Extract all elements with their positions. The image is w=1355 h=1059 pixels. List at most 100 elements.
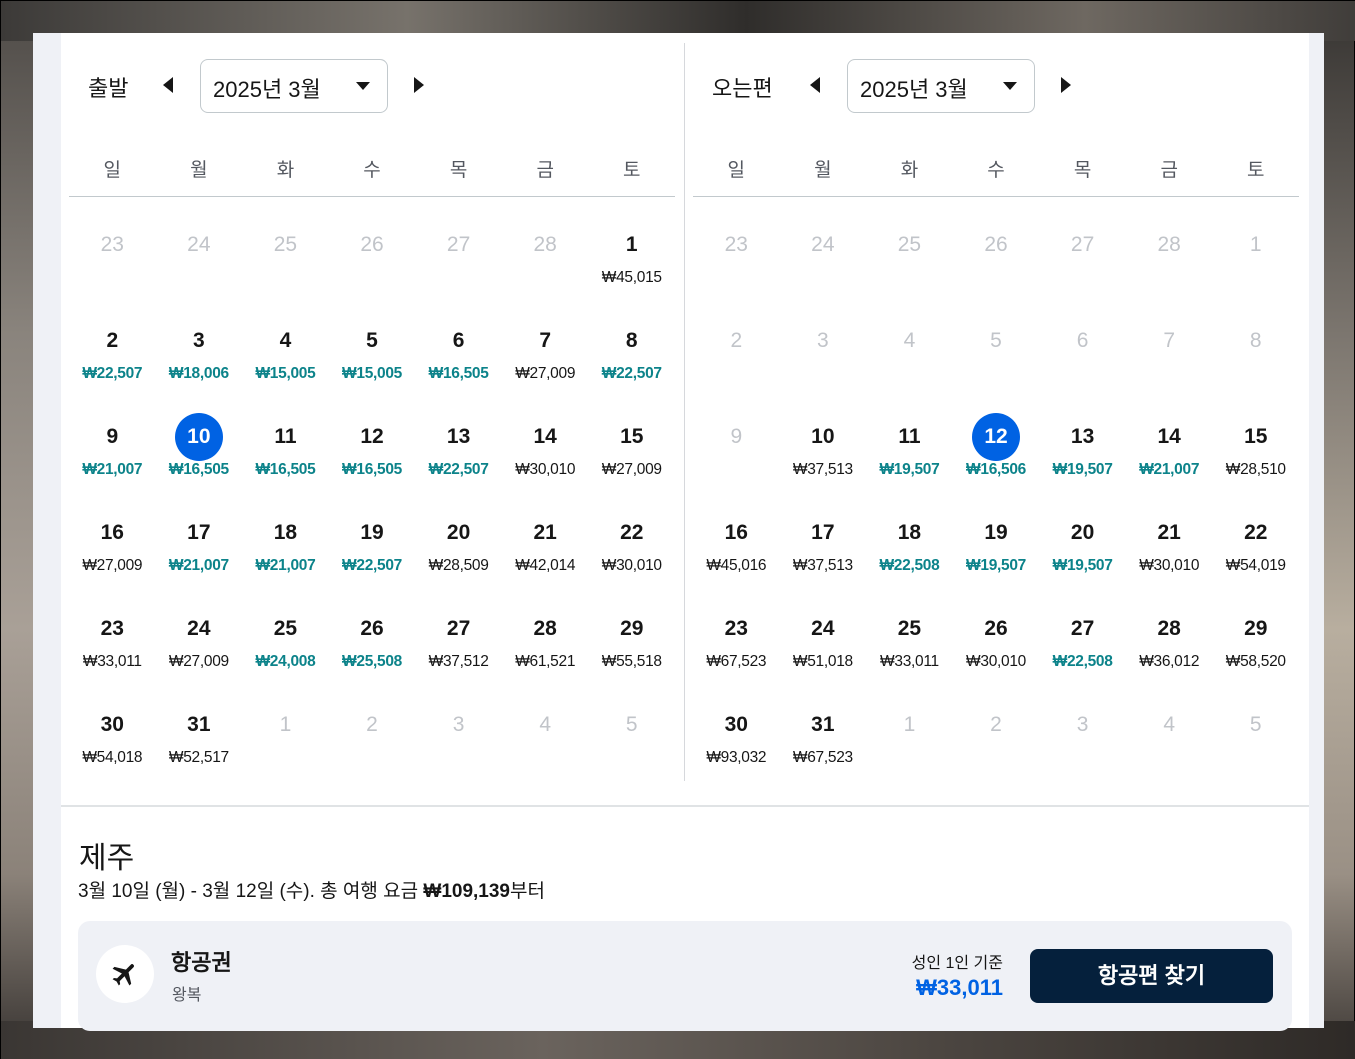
day-cell[interactable]: 21 ₩30,010 [1126, 501, 1213, 597]
day-cell[interactable]: 4 ₩15,005 [242, 309, 329, 405]
chevron-down-icon [356, 82, 370, 90]
selected-day-cell[interactable]: 10 ₩16,505 [156, 405, 243, 501]
day-cell[interactable]: 25 ₩24,008 [242, 597, 329, 693]
day-price: ₩19,507 [966, 557, 1026, 574]
day-number: 19 [984, 521, 1008, 544]
trip-summary: 3월 10일 (월) - 3월 12일 (수). 총 여행 요금 ₩109,13… [78, 876, 545, 903]
day-number: 22 [620, 521, 644, 544]
day-cell[interactable]: 18 ₩21,007 [242, 501, 329, 597]
day-number: 11 [274, 425, 297, 448]
day-price: ₩36,012 [1139, 653, 1200, 670]
selected-day-cell[interactable]: 12 ₩16,506 [953, 405, 1040, 501]
day-cell[interactable]: 15 ₩28,510 [1212, 405, 1299, 501]
day-cell[interactable]: 9 ₩21,007 [69, 405, 156, 501]
outbound-month-select[interactable]: 2025년 3월 [200, 59, 388, 113]
day-cell[interactable]: 20 ₩28,509 [415, 501, 502, 597]
day-cell[interactable]: 31 ₩67,523 [780, 693, 867, 789]
day-cell: 26 [329, 213, 416, 309]
day-cell[interactable]: 16 ₩27,009 [69, 501, 156, 597]
day-number: 24 [811, 233, 835, 256]
day-cell[interactable]: 17 ₩37,513 [780, 501, 867, 597]
day-number: 14 [1157, 425, 1181, 448]
weekday-label: 월 [190, 160, 208, 181]
day-cell[interactable]: 10 ₩37,513 [780, 405, 867, 501]
day-cell[interactable]: 29 ₩55,518 [588, 597, 675, 693]
day-price: ₩54,018 [82, 749, 143, 766]
day-cell[interactable]: 2 ₩22,507 [69, 309, 156, 405]
day-cell[interactable]: 29 ₩58,520 [1212, 597, 1299, 693]
day-number: 23 [100, 617, 124, 640]
day-number: 5 [625, 713, 638, 736]
day-price: ₩21,007 [82, 461, 143, 478]
day-cell[interactable]: 13 ₩19,507 [1039, 405, 1126, 501]
day-cell[interactable]: 30 ₩54,018 [69, 693, 156, 789]
day-cell[interactable]: 26 ₩30,010 [953, 597, 1040, 693]
day-price: ₩16,505 [428, 365, 489, 382]
day-cell[interactable]: 20 ₩19,507 [1039, 501, 1126, 597]
day-number: 27 [446, 617, 471, 640]
day-cell[interactable]: 30 ₩93,032 [693, 693, 780, 789]
week-row: 23 24 25 26 27 28 1 [693, 213, 1299, 309]
day-cell[interactable]: 5 ₩15,005 [329, 309, 416, 405]
day-cell[interactable]: 11 ₩19,507 [866, 405, 953, 501]
day-price: ₩22,507 [342, 557, 402, 574]
weekday-label: 일 [103, 160, 122, 181]
day-price: ₩27,009 [515, 365, 576, 382]
day-cell[interactable]: 17 ₩21,007 [156, 501, 243, 597]
price-basis: 성인 1인 기준 [911, 955, 1003, 972]
day-cell[interactable]: 15 ₩27,009 [588, 405, 675, 501]
day-cell[interactable]: 22 ₩54,019 [1212, 501, 1299, 597]
day-number: 21 [1157, 521, 1181, 544]
trip-dates-text: 3월 10일 (월) - 3월 12일 (수). 총 여행 요금 [78, 881, 424, 902]
prev-month-caret-left-icon[interactable] [804, 73, 828, 97]
day-cell[interactable]: 21 ₩42,014 [502, 501, 589, 597]
day-cell[interactable]: 6 ₩16,505 [415, 309, 502, 405]
day-cell[interactable]: 14 ₩21,007 [1126, 405, 1213, 501]
day-cell[interactable]: 31 ₩52,517 [156, 693, 243, 789]
day-cell[interactable]: 16 ₩45,016 [693, 501, 780, 597]
next-month-caret-right-icon[interactable] [1053, 73, 1077, 97]
day-cell[interactable]: 1 ₩45,015 [588, 213, 675, 309]
day-cell[interactable]: 18 ₩22,508 [866, 501, 953, 597]
day-cell[interactable]: 12 ₩16,505 [329, 405, 416, 501]
weekday-label: 수 [987, 160, 1005, 181]
day-number: 13 [446, 425, 471, 448]
day-cell[interactable]: 3 ₩18,006 [156, 309, 243, 405]
day-cell[interactable]: 25 ₩33,011 [866, 597, 953, 693]
day-cell[interactable]: 13 ₩22,507 [415, 405, 502, 501]
day-cell[interactable]: 28 ₩61,521 [502, 597, 589, 693]
weekday-label: 금 [1160, 160, 1178, 181]
prev-month-caret-left-icon[interactable] [157, 73, 181, 97]
day-price: ₩21,007 [255, 557, 316, 574]
week-row: 30 ₩54,018 31 ₩52,517 1 2 3 4 5 [69, 693, 675, 789]
day-number: 12 [360, 425, 384, 448]
day-cell[interactable]: 24 ₩51,018 [780, 597, 867, 693]
day-cell[interactable]: 23 ₩67,523 [693, 597, 780, 693]
day-cell[interactable]: 24 ₩27,009 [156, 597, 243, 693]
day-number: 31 [187, 713, 211, 736]
outbound-day-grid: 23 24 25 26 27 28 1 ₩45,015 2 ₩22,507 3 ₩18,006 4 ₩15… [69, 213, 675, 789]
day-cell[interactable]: 27 ₩37,512 [415, 597, 502, 693]
day-cell[interactable]: 22 ₩30,010 [588, 501, 675, 597]
day-cell[interactable]: 23 ₩33,011 [69, 597, 156, 693]
next-month-caret-right-icon[interactable] [406, 73, 430, 97]
day-cell: 2 [693, 309, 780, 405]
find-flights-button[interactable]: 항공편 찾기 [1030, 949, 1273, 1003]
day-cell[interactable]: 19 ₩19,507 [953, 501, 1040, 597]
day-price: ₩25,508 [342, 653, 402, 670]
day-cell[interactable]: 8 ₩22,507 [588, 309, 675, 405]
week-row: 9 10 ₩37,513 11 ₩19,507 12 ₩16,506 13 ₩19,507 14 ₩… [693, 405, 1299, 501]
day-cell[interactable]: 19 ₩22,507 [329, 501, 416, 597]
day-cell[interactable]: 27 ₩22,508 [1039, 597, 1126, 693]
day-price: ₩37,513 [792, 557, 853, 574]
day-price: ₩30,010 [966, 653, 1026, 670]
day-cell[interactable]: 14 ₩30,010 [502, 405, 589, 501]
day-cell[interactable]: 7 ₩27,009 [502, 309, 589, 405]
day-price: ₩55,518 [601, 653, 662, 670]
day-cell[interactable]: 26 ₩25,508 [329, 597, 416, 693]
day-cell: 9 [693, 405, 780, 501]
day-number: 23 [100, 233, 124, 256]
day-cell[interactable]: 11 ₩16,505 [242, 405, 329, 501]
day-cell[interactable]: 28 ₩36,012 [1126, 597, 1213, 693]
inbound-month-select[interactable]: 2025년 3월 [847, 59, 1035, 113]
